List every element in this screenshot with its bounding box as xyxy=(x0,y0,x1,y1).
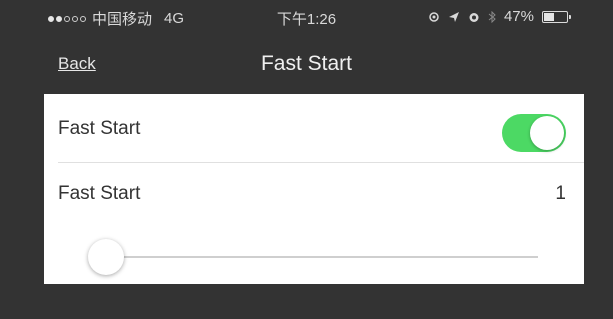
status-right: 47% xyxy=(428,8,571,25)
fast-start-slider[interactable] xyxy=(88,237,538,277)
page-title: Fast Start xyxy=(260,52,353,75)
fast-start-switch[interactable] xyxy=(502,114,566,152)
fast-start-toggle-label: Fast Start xyxy=(58,118,141,139)
app-screen: 中国移动 4G 下午1:26 47% Back Fast Start Fast … xyxy=(0,0,613,319)
alarm-icon xyxy=(469,12,479,22)
slider-thumb[interactable] xyxy=(88,239,124,275)
battery-percent: 47% xyxy=(503,8,534,25)
bluetooth-icon xyxy=(488,10,496,23)
fast-start-value: 1 xyxy=(555,183,566,204)
fast-start-value-label: Fast Start xyxy=(58,183,141,204)
fast-start-value-row: Fast Start 1 xyxy=(44,163,584,223)
switch-knob xyxy=(530,116,564,150)
fast-start-toggle-row: Fast Start xyxy=(44,94,584,162)
navigation-bar: Back Fast Start xyxy=(0,38,613,94)
battery-icon xyxy=(542,10,571,23)
location-arrow-icon xyxy=(448,11,459,22)
location-icon xyxy=(429,11,439,22)
status-bar: 中国移动 4G 下午1:26 47% xyxy=(0,0,613,34)
slider-track xyxy=(88,256,538,258)
battery-fill xyxy=(544,12,554,21)
settings-card: Fast Start Fast Start 1 xyxy=(44,94,584,284)
